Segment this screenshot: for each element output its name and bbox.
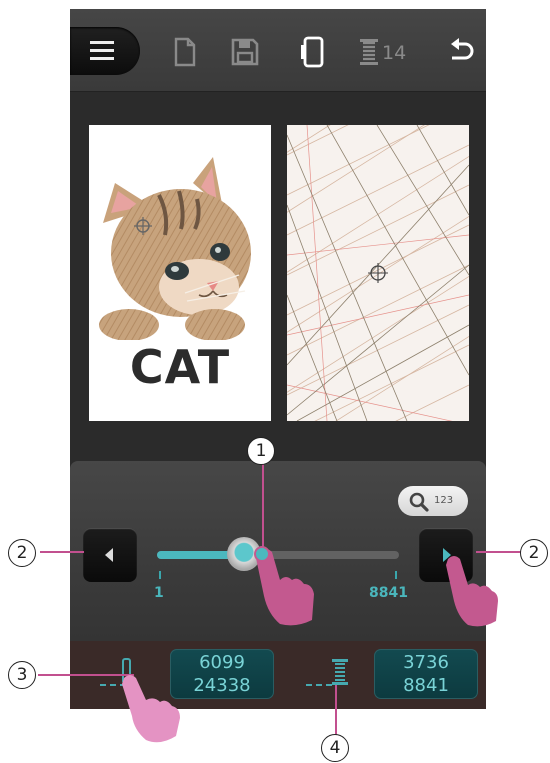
callout-slider: 1 [247, 437, 275, 465]
menu-button[interactable] [70, 27, 140, 75]
menu-icon [90, 41, 114, 60]
previous-stitch-button[interactable] [83, 528, 137, 582]
slider-min-tick [159, 571, 161, 579]
undo-icon[interactable] [448, 37, 476, 67]
new-file-icon[interactable] [173, 37, 197, 67]
color-current: 3736 [403, 652, 449, 673]
cat-embroidery-text: CAT [129, 340, 231, 394]
callout-nav-left: 2 [8, 539, 36, 567]
leader-line-nav-left [40, 551, 84, 553]
color-dash-line [306, 684, 332, 688]
leader-line-color [335, 685, 337, 737]
frame-icon[interactable] [300, 35, 326, 69]
stitch-total: 24338 [193, 675, 251, 696]
pointing-hand-icon-next [446, 556, 498, 627]
zoom-button[interactable]: 123 [398, 486, 468, 516]
stitch-current: 6099 [199, 652, 245, 673]
thread-spool-icon[interactable] [358, 37, 380, 67]
spool-count: 14 [382, 42, 407, 64]
stitch-counter: 6099 24338 [170, 649, 274, 699]
slider-min-label: 1 [154, 585, 164, 601]
magnifier-icon [409, 492, 429, 512]
zoom-label: 123 [434, 495, 454, 506]
embroidery-preview-left: CAT [89, 125, 271, 421]
pointing-hand-icon-stitch [122, 675, 180, 743]
callout-nav-right: 2 [520, 539, 548, 567]
pointing-hand-icon-slider [254, 546, 314, 626]
slider-max-tick [395, 571, 397, 579]
save-icon[interactable] [230, 37, 260, 67]
embroidery-preview-right [287, 125, 469, 421]
color-spool-icon [332, 659, 348, 685]
arrow-left-icon [105, 548, 113, 562]
top-toolbar: 14 [70, 9, 486, 92]
leader-line-nav-right [476, 551, 522, 553]
cat-embroidery-image [99, 157, 251, 341]
slider-max-label: 8841 [369, 585, 408, 601]
callout-color: 4 [321, 734, 349, 762]
color-counter: 3736 8841 [374, 649, 478, 699]
stitch-lines-image [287, 125, 469, 421]
callout-stitch: 3 [8, 661, 36, 689]
color-total: 8841 [403, 675, 449, 696]
